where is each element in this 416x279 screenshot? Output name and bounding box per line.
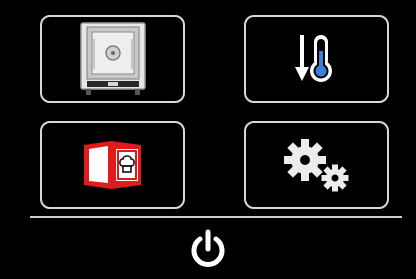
gears-icon xyxy=(275,136,359,194)
power-button[interactable] xyxy=(186,225,230,275)
thermometer-arrow-down-icon xyxy=(294,31,340,87)
oven-icon xyxy=(78,21,148,97)
oven-tile[interactable] xyxy=(40,15,185,103)
recipes-tile[interactable] xyxy=(40,121,185,209)
recipe-book-chef-icon xyxy=(81,139,145,191)
power-icon xyxy=(188,229,228,271)
settings-tile[interactable] xyxy=(244,121,389,209)
temperature-tile[interactable] xyxy=(244,15,389,103)
divider xyxy=(30,216,402,218)
